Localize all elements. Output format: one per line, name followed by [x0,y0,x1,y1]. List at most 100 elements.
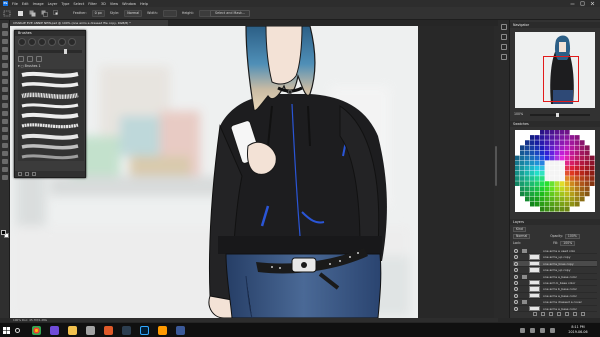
layers-panel-title[interactable]: Layers [510,219,600,225]
color-swatch[interactable] [590,201,595,207]
new-layer-icon[interactable] [573,312,577,316]
scrollbar-thumb[interactable] [495,146,497,186]
new-group-icon[interactable] [565,312,569,316]
color-swatch[interactable] [580,181,585,186]
color-swatch[interactable] [585,150,590,156]
stroke-view-icon[interactable] [36,56,42,62]
color-swatch[interactable] [560,150,565,156]
color-swatch[interactable] [590,186,595,192]
color-swatch[interactable] [580,165,585,171]
color-swatch[interactable] [545,206,550,212]
lasso-tool-icon[interactable] [2,39,8,44]
menu-3d[interactable]: 3D [101,2,106,6]
color-swatch[interactable] [515,191,520,197]
paragraph-icon[interactable] [501,54,507,60]
color-swatch[interactable] [540,181,545,186]
pen-tool-icon[interactable] [2,135,8,140]
color-swatch[interactable] [545,145,550,151]
color-swatch[interactable] [530,176,535,181]
hand-tool-icon[interactable] [2,167,8,172]
new-selection-icon[interactable] [17,10,24,17]
minimize-icon[interactable] [570,1,575,6]
color-swatch[interactable] [580,171,585,176]
color-swatch[interactable] [555,176,560,181]
swatches-panel-title[interactable]: Swatches [510,121,600,127]
color-swatch[interactable] [540,165,545,171]
color-swatch[interactable] [550,191,555,197]
color-swatch[interactable] [570,171,575,176]
color-swatch[interactable] [525,181,530,186]
app-icon[interactable] [158,326,167,335]
visibility-eye-icon[interactable] [514,255,518,260]
color-swatch[interactable] [550,130,555,135]
color-swatch[interactable] [550,201,555,207]
color-swatch[interactable] [590,191,595,197]
color-swatch[interactable] [545,140,550,145]
brush-stroke[interactable] [21,92,79,99]
color-swatch[interactable] [580,145,585,151]
color-swatch[interactable] [585,171,590,176]
brush-stroke[interactable] [21,103,79,109]
color-swatch[interactable] [540,140,545,145]
color-swatch[interactable] [585,145,590,151]
color-swatch[interactable] [550,140,555,145]
color-swatch[interactable] [570,176,575,181]
color-swatch[interactable] [565,165,570,171]
color-swatch[interactable] [565,171,570,176]
color-swatch[interactable] [575,135,580,140]
color-swatch[interactable] [545,191,550,197]
eyedropper-tool-icon[interactable] [2,63,8,68]
color-swatch[interactable] [515,140,520,145]
menu-select[interactable]: Select [73,2,84,6]
color-swatch[interactable] [530,145,535,151]
file-explorer-icon[interactable] [68,326,77,335]
color-swatch[interactable] [540,186,545,192]
history-brush-tool-icon[interactable] [2,95,8,100]
color-swatch[interactable] [585,140,590,145]
layer-style-icon[interactable] [541,312,545,316]
discord-icon[interactable] [50,326,59,335]
color-swatch[interactable] [550,181,555,186]
color-swatch[interactable] [530,201,535,207]
color-swatch[interactable] [590,130,595,135]
color-swatch[interactable] [540,191,545,197]
color-swatch[interactable] [585,165,590,171]
menu-edit[interactable]: Edit [22,2,29,6]
color-swatch[interactable] [590,135,595,140]
color-swatch[interactable] [540,196,545,202]
color-swatch[interactable] [590,206,595,212]
color-swatch[interactable] [530,160,535,166]
color-swatch[interactable] [545,171,550,176]
color-swatch[interactable] [550,176,555,181]
color-swatch[interactable] [580,155,585,161]
color-swatch[interactable] [515,181,520,186]
maximize-icon[interactable] [580,1,585,6]
visibility-eye-icon[interactable] [514,274,518,279]
color-swatch[interactable] [535,176,540,181]
visibility-eye-icon[interactable] [514,306,518,311]
color-swatch[interactable] [520,191,525,197]
color-swatch[interactable] [550,150,555,156]
color-swatch[interactable] [530,165,535,171]
color-swatch[interactable] [590,165,595,171]
color-swatch[interactable] [555,160,560,166]
color-swatch[interactable] [550,145,555,151]
steam-icon[interactable] [86,326,95,335]
color-swatch[interactable] [560,155,565,161]
navigator-view-box[interactable] [543,56,579,102]
color-swatch[interactable] [590,176,595,181]
photoshop-taskbar-icon[interactable] [140,326,149,335]
color-swatch[interactable] [585,181,590,186]
color-swatch[interactable] [550,155,555,161]
color-swatch[interactable] [555,165,560,171]
opacity-input[interactable]: 100% [564,233,580,239]
color-swatch[interactable] [575,191,580,197]
color-swatch[interactable] [520,201,525,207]
color-swatch[interactable] [525,145,530,151]
brush-stroke[interactable] [21,71,79,78]
color-swatch[interactable] [530,196,535,202]
color-swatch[interactable] [530,171,535,176]
taskbar-search-icon[interactable] [15,328,20,333]
color-swatch[interactable] [585,206,590,212]
color-swatch[interactable] [585,196,590,202]
